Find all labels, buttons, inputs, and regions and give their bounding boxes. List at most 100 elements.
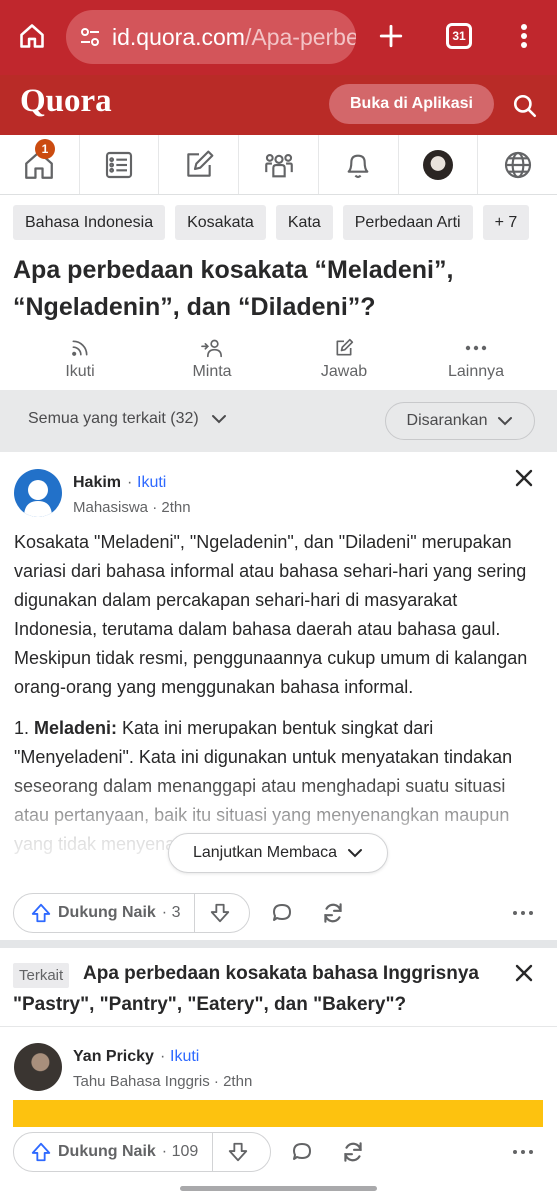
- topic-chip[interactable]: Kata: [275, 205, 333, 240]
- upvote-count: · 3: [161, 904, 181, 921]
- home-indicator[interactable]: [180, 1186, 377, 1191]
- downvote-arrow-icon: [227, 1141, 249, 1163]
- site-settings-icon[interactable]: [78, 25, 102, 49]
- author-credential: Mahasiswa · 2thn: [73, 499, 191, 516]
- vote-group: Dukung Naik · 3: [13, 893, 250, 933]
- request-label: Minta: [192, 363, 232, 380]
- upvote-arrow-icon: [30, 902, 52, 924]
- search-icon[interactable]: [507, 88, 543, 124]
- downvote-button[interactable]: [195, 894, 245, 932]
- more-actions-button[interactable]: Lainnya: [421, 338, 531, 381]
- upvote-count: · 109: [161, 1143, 199, 1160]
- related-tag: Terkait: [13, 963, 70, 988]
- address-bar[interactable]: id.quora.com/Apa-perbe: [66, 10, 356, 64]
- sort-label: Disarankan: [406, 412, 488, 429]
- upvote-label: Dukung Naik: [58, 904, 156, 921]
- nav-notifications[interactable]: [319, 135, 399, 194]
- list-number: 1.: [14, 718, 35, 738]
- chevron-down-icon: [347, 845, 363, 861]
- continue-reading-label: Lanjutkan Membaca: [192, 844, 338, 861]
- pencil-icon: [333, 338, 355, 358]
- continue-reading-button[interactable]: Lanjutkan Membaca: [168, 833, 388, 873]
- nav-write[interactable]: [159, 135, 240, 194]
- upvote-button[interactable]: Dukung Naik · 3: [14, 894, 196, 932]
- nav-profile[interactable]: [399, 135, 479, 194]
- answer-paragraph: Kosakata "Meladeni", "Ngeladenin", dan "…: [14, 532, 528, 697]
- term-bold: Meladeni:: [34, 718, 118, 738]
- more-vert-icon[interactable]: [504, 14, 544, 58]
- answer-button[interactable]: Jawab: [289, 338, 399, 381]
- downvote-arrow-icon: [209, 902, 231, 924]
- answer-card: Hakim · Ikuti Mahasiswa · 2thn Kosakata …: [0, 452, 557, 940]
- downvote-button[interactable]: [213, 1133, 263, 1171]
- answer-highlight-bar: [13, 1100, 543, 1127]
- upvote-button[interactable]: Dukung Naik · 109: [14, 1133, 214, 1171]
- more-horiz-icon: [464, 338, 488, 358]
- edit-icon: [183, 149, 215, 181]
- nav-spaces[interactable]: [239, 135, 319, 194]
- author-avatar[interactable]: [14, 469, 62, 517]
- profile-avatar: [422, 149, 453, 180]
- more-horiz-icon[interactable]: [507, 1136, 539, 1168]
- more-label: Lainnya: [447, 363, 505, 380]
- more-topics-chip[interactable]: + 7: [482, 205, 530, 240]
- topic-chip[interactable]: Bahasa Indonesia: [13, 205, 166, 240]
- open-in-app-button[interactable]: Buka di Aplikasi: [329, 84, 494, 124]
- related-filter-dropdown[interactable]: Semua yang terkait (32): [28, 410, 227, 428]
- new-tab-icon[interactable]: [371, 14, 411, 58]
- author-avatar[interactable]: [14, 1043, 62, 1091]
- comment-icon[interactable]: [286, 1136, 318, 1168]
- topic-list: Bahasa Indonesia Kosakata Kata Perbedaan…: [13, 205, 557, 241]
- related-question-title[interactable]: Apa perbedaan kosakata bahasa Inggrisnya…: [13, 958, 513, 1020]
- follow-author-link[interactable]: Ikuti: [170, 1048, 199, 1066]
- related-filter-label: Semua yang terkait (32): [28, 410, 199, 427]
- divider: [0, 1026, 557, 1027]
- nav-answer-feed[interactable]: [80, 135, 160, 194]
- related-question-card: Apa perbedaan kosakata bahasa Inggrisnya…: [0, 948, 557, 1199]
- topic-chip[interactable]: Kosakata: [175, 205, 266, 240]
- answer-label: Jawab: [320, 363, 368, 380]
- share-icon[interactable]: [317, 897, 349, 929]
- author-name[interactable]: Hakim: [73, 474, 121, 492]
- author-credential: Tahu Bahasa Inggris · 2thn: [73, 1073, 253, 1090]
- chevron-down-icon: [497, 413, 513, 429]
- sort-dropdown[interactable]: Disarankan: [385, 402, 535, 440]
- url-text[interactable]: id.quora.com/Apa-perbe: [112, 24, 356, 51]
- notification-badge: 1: [35, 139, 55, 159]
- upvote-arrow-icon: [30, 1141, 52, 1163]
- follow-rss-icon: [70, 338, 90, 358]
- bell-icon: [342, 149, 374, 181]
- url-host: id.quora.com: [112, 23, 245, 50]
- nav-home[interactable]: 1: [0, 135, 80, 194]
- browser-toolbar: id.quora.com/Apa-perbe 31: [0, 0, 557, 75]
- close-icon[interactable]: [513, 467, 535, 489]
- tabs-icon[interactable]: 31: [439, 14, 479, 58]
- tab-count: 31: [446, 23, 472, 49]
- follow-author-link[interactable]: Ikuti: [137, 474, 166, 492]
- list-icon: [103, 149, 135, 181]
- follow-question-button[interactable]: Ikuti: [25, 338, 135, 381]
- close-icon[interactable]: [513, 962, 535, 984]
- chevron-down-icon: [211, 411, 227, 427]
- comment-icon[interactable]: [266, 897, 298, 929]
- people-icon: [262, 148, 296, 182]
- quora-logo[interactable]: Quora: [20, 83, 112, 120]
- separator-dot: ·: [160, 1048, 166, 1065]
- request-answer-button[interactable]: Minta: [157, 338, 267, 381]
- follow-label: Ikuti: [65, 363, 95, 380]
- nav-language[interactable]: [478, 135, 557, 194]
- share-icon[interactable]: [337, 1136, 369, 1168]
- upvote-label: Dukung Naik: [58, 1143, 156, 1160]
- topic-chip[interactable]: Perbedaan Arti: [342, 205, 473, 240]
- url-path: /Apa-perbe: [244, 23, 356, 50]
- question-title: Apa perbedaan kosakata “Meladeni”, “Ngel…: [13, 256, 454, 321]
- vote-group: Dukung Naik · 109: [13, 1132, 271, 1172]
- main-nav: 1: [0, 135, 557, 195]
- author-name[interactable]: Yan Pricky: [73, 1048, 154, 1066]
- more-horiz-icon[interactable]: [507, 897, 539, 929]
- quora-header: Quora Buka di Aplikasi: [0, 75, 557, 135]
- separator-dot: ·: [127, 474, 133, 491]
- answer-filter-bar: Semua yang terkait (32) Disarankan: [0, 390, 557, 452]
- home-icon[interactable]: [12, 14, 52, 58]
- globe-icon: [502, 149, 534, 181]
